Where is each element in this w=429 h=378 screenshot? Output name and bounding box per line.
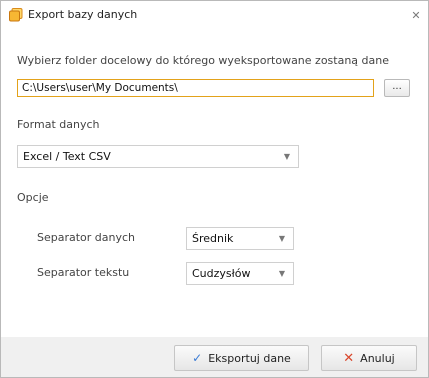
dialog-footer: ✓ Eksportuj dane ✕ Anuluj <box>1 337 428 377</box>
data-separator-value: Średnik <box>192 232 234 245</box>
chevron-down-icon: ▼ <box>278 269 285 278</box>
cancel-button[interactable]: ✕ Anuluj <box>321 345 417 371</box>
data-separator-dropdown[interactable]: Średnik ▼ <box>186 227 294 250</box>
export-dialog: Export bazy danych ✕ Wybierz folder doce… <box>0 0 429 378</box>
close-icon[interactable]: ✕ <box>408 7 424 23</box>
chevron-down-icon: ▼ <box>278 234 285 243</box>
checkmark-icon: ✓ <box>192 351 203 365</box>
cancel-button-label: Anuluj <box>360 351 395 365</box>
chevron-down-icon: ▼ <box>283 152 290 161</box>
window-title: Export bazy danych <box>28 8 138 21</box>
text-separator-dropdown[interactable]: Cudzysłów ▼ <box>186 262 294 285</box>
export-button-label: Eksportuj dane <box>208 351 291 365</box>
format-selected-value: Excel / Text CSV <box>23 150 111 163</box>
data-separator-label: Separator danych <box>37 231 136 244</box>
format-label: Format danych <box>17 118 100 131</box>
options-label: Opcje <box>17 191 49 204</box>
folder-path-input[interactable] <box>17 79 374 97</box>
format-dropdown[interactable]: Excel / Text CSV ▼ <box>17 145 299 168</box>
title-bar: Export bazy danych ✕ <box>1 1 428 29</box>
cancel-x-icon: ✕ <box>343 350 355 366</box>
export-button[interactable]: ✓ Eksportuj dane <box>174 345 309 371</box>
text-separator-value: Cudzysłów <box>192 267 251 280</box>
folder-label: Wybierz folder docelowy do którego wyeks… <box>17 54 390 67</box>
text-separator-label: Separator tekstu <box>37 266 130 279</box>
browse-button[interactable]: ... <box>384 79 410 97</box>
export-database-icon <box>9 8 23 22</box>
